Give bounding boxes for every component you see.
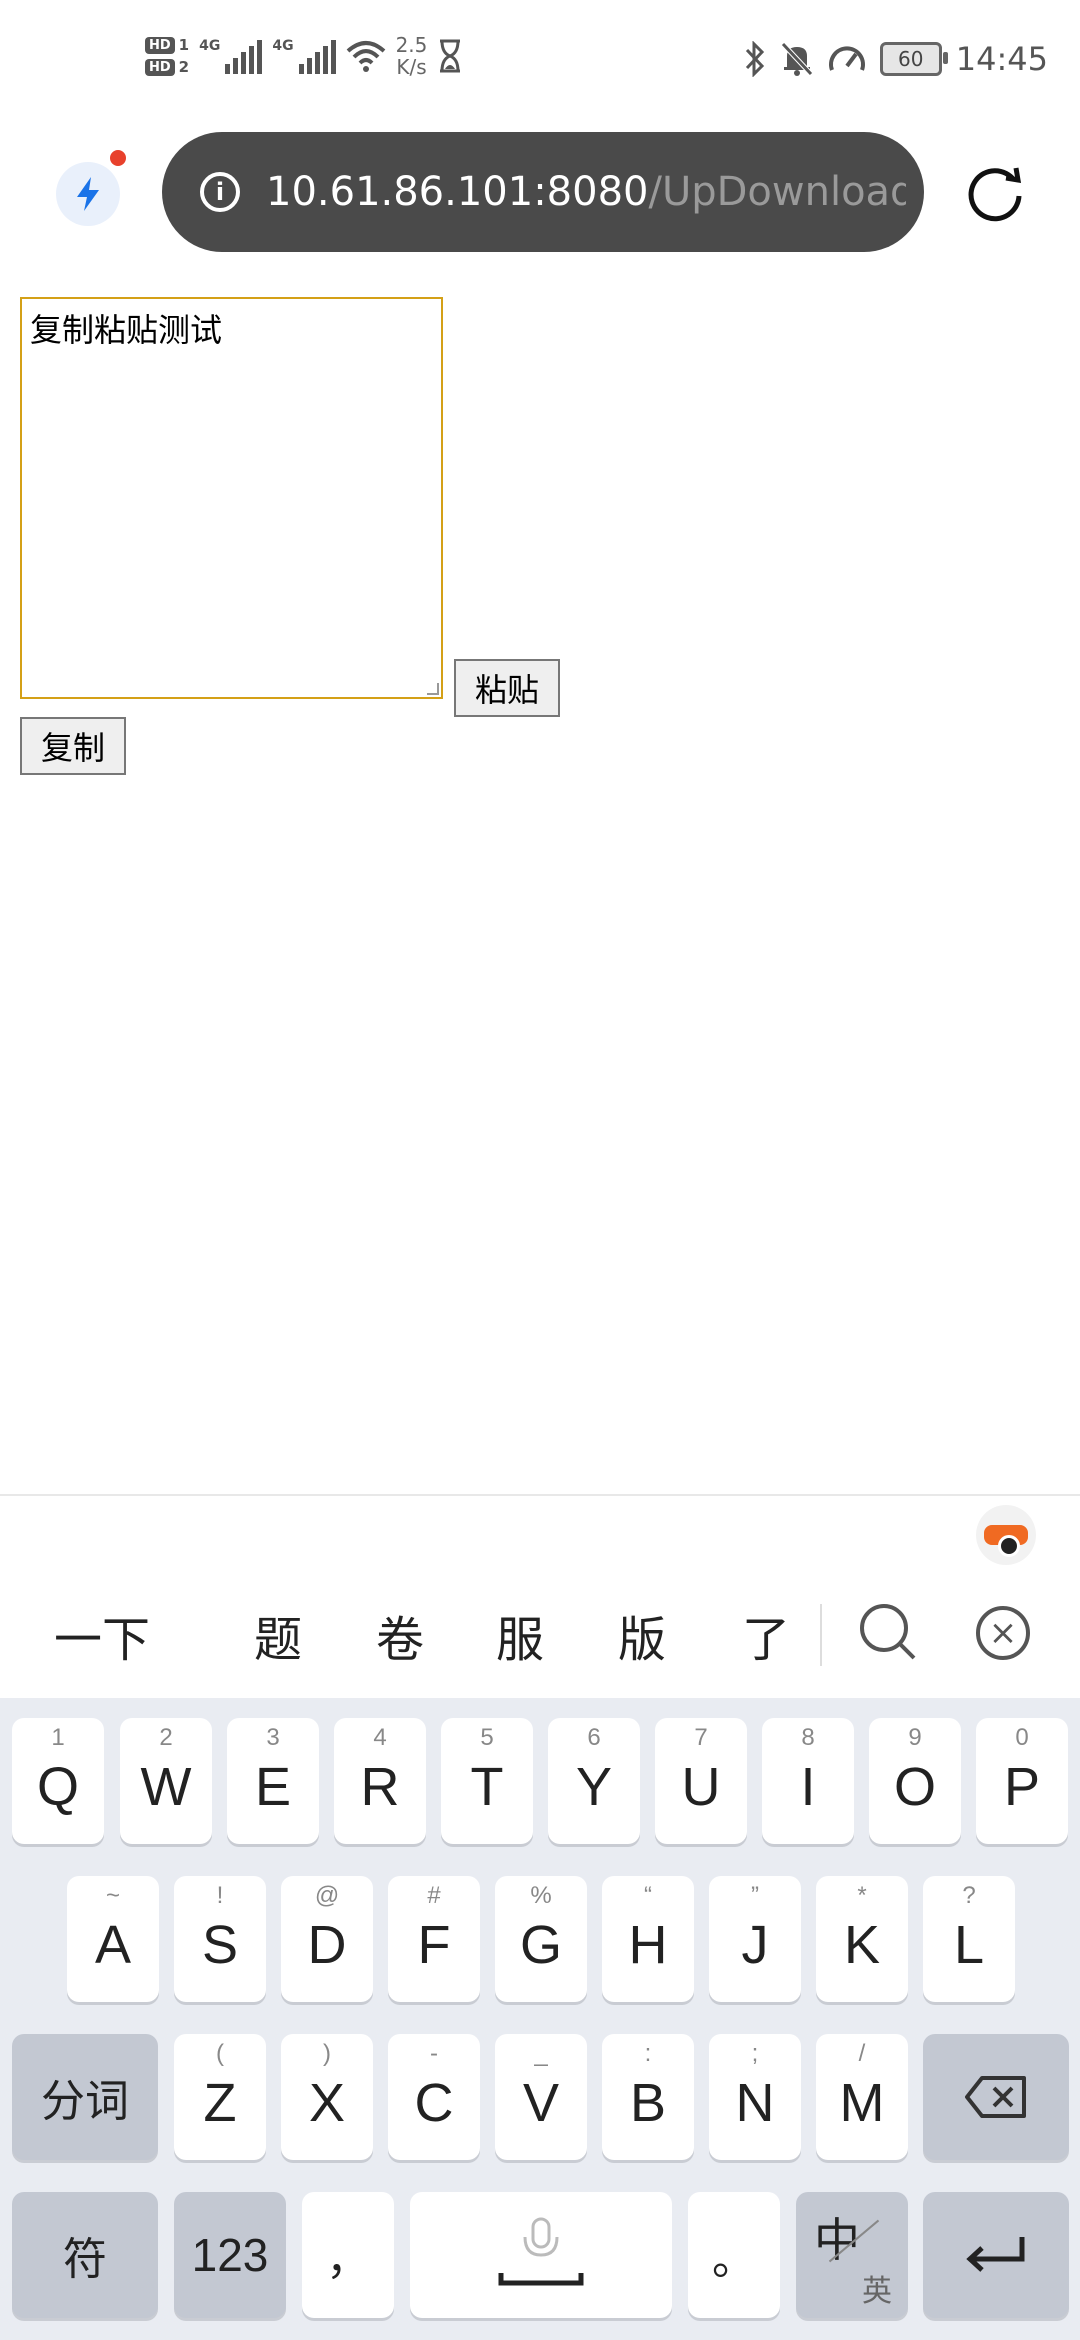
candidate-1[interactable]: 一下: [54, 1600, 150, 1670]
key-w[interactable]: 2W: [120, 1718, 212, 1844]
battery-level: 60: [898, 47, 924, 71]
reload-icon[interactable]: [962, 160, 1028, 226]
key-a[interactable]: ~ A: [67, 1876, 159, 2002]
key-u[interactable]: 7U: [655, 1718, 747, 1844]
url-text[interactable]: 10.61.86.101:8080/UpDownloadFile:: [266, 169, 906, 215]
bolt-button[interactable]: [56, 150, 126, 226]
key-f[interactable]: # F: [388, 1876, 480, 2002]
sim1-indicator: HD 1: [145, 36, 189, 54]
copy-paste-textarea[interactable]: 复制粘贴测试: [20, 297, 443, 699]
browser-toolbar: i 10.61.86.101:8080/UpDownloadFile:: [0, 130, 1080, 255]
url-host: 10.61.86.101:8080: [266, 169, 649, 215]
speed-unit: K/s: [396, 55, 427, 79]
status-left: HD 1 HD 2 4G 4G 2.5 K/s: [145, 34, 463, 78]
enter-key[interactable]: [923, 2192, 1069, 2318]
key-r[interactable]: 4R: [334, 1718, 426, 1844]
key-h[interactable]: “H: [602, 1876, 694, 2002]
candidate-bar: 一下 题 卷 服 版 了 ×: [0, 1580, 1080, 1690]
textarea-value: 复制粘贴测试: [30, 311, 223, 349]
key-l[interactable]: ? L: [923, 1876, 1015, 2002]
copy-button[interactable]: 复制: [20, 717, 126, 775]
url-path: /UpDownloadFile:: [648, 169, 906, 215]
key-e[interactable]: 3E: [227, 1718, 319, 1844]
key-q[interactable]: 1Q: [12, 1718, 104, 1844]
key-v[interactable]: _ V: [495, 2034, 587, 2160]
key-y[interactable]: 6Y: [548, 1718, 640, 1844]
key-t[interactable]: 5T: [441, 1718, 533, 1844]
battery-indicator: 60: [879, 42, 948, 76]
backspace-key[interactable]: [923, 2034, 1069, 2160]
ime-mascot-icon[interactable]: [976, 1505, 1036, 1565]
candidate-5[interactable]: 版: [618, 1600, 666, 1670]
address-bar[interactable]: i 10.61.86.101:8080/UpDownloadFile:: [162, 132, 924, 252]
key-i[interactable]: 8I: [762, 1718, 854, 1844]
comma-key[interactable]: ，: [302, 2192, 394, 2318]
period-key[interactable]: 。: [688, 2192, 780, 2318]
resize-handle[interactable]: [427, 683, 439, 695]
candidate-2[interactable]: 题: [254, 1600, 302, 1670]
key-d[interactable]: @ D: [281, 1876, 373, 2002]
key-k[interactable]: * K: [816, 1876, 908, 2002]
language-switch-key[interactable]: 中 英: [796, 2192, 908, 2318]
candidate-3[interactable]: 卷: [376, 1600, 424, 1670]
key-c[interactable]: -C: [388, 2034, 480, 2160]
keyboard: 1Q 2W 3E 4R 5T 6Y 7U 8I 9O 0P ~ A ! S @ D #…: [0, 1698, 1080, 2340]
search-icon[interactable]: [858, 1602, 918, 1662]
sim-indicators: HD 1 HD 2: [145, 36, 189, 76]
candidate-4[interactable]: 服: [496, 1600, 544, 1670]
wifi-icon: [346, 41, 385, 72]
bluetooth-icon: [745, 41, 764, 77]
key-g[interactable]: % G: [495, 1876, 587, 2002]
sim1-label: 1: [178, 36, 190, 54]
mute-icon: [780, 42, 813, 76]
candidate-separator: [820, 1604, 822, 1666]
hourglass-icon: [440, 39, 461, 73]
backspace-icon: [965, 2076, 1026, 2118]
symbol-key[interactable]: 符: [12, 2192, 158, 2318]
hd2-badge: HD: [145, 58, 175, 76]
sim2-label: 2: [178, 58, 190, 76]
network-speed: 2.5 K/s: [396, 34, 428, 78]
key-s[interactable]: ! S: [174, 1876, 266, 2002]
candidate-6[interactable]: 了: [742, 1600, 790, 1670]
clock: 14:45: [955, 40, 1048, 78]
speedometer-icon: [828, 46, 865, 71]
key-p[interactable]: 0P: [976, 1718, 1068, 1844]
lang-sub-label: 英: [862, 2275, 892, 2308]
key-z[interactable]: (Z: [174, 2034, 266, 2160]
signal-1-icon: 4G: [199, 38, 263, 74]
space-key[interactable]: [410, 2192, 672, 2318]
sim2-indicator: HD 2: [145, 58, 189, 76]
status-bar: HD 1 HD 2 4G 4G 2.5 K/s 60 14:45: [0, 0, 1080, 130]
microphone-icon: [498, 2217, 584, 2286]
net2-label: 4G: [272, 38, 294, 54]
close-icon[interactable]: ×: [976, 1606, 1030, 1660]
bolt-icon: [77, 177, 99, 211]
key-x[interactable]: ) X: [281, 2034, 373, 2160]
keyboard-divider: [0, 1494, 1080, 1496]
segment-key[interactable]: 分词: [12, 2034, 158, 2160]
key-j[interactable]: ” J: [709, 1876, 801, 2002]
notification-dot: [110, 150, 126, 166]
lang-main-label: 中: [814, 2214, 860, 2266]
numbers-key[interactable]: 123: [174, 2192, 286, 2318]
status-right: 60 14:45: [744, 40, 1048, 78]
net1-label: 4G: [199, 38, 221, 54]
info-icon[interactable]: i: [200, 172, 240, 212]
hd1-badge: HD: [145, 36, 175, 54]
speed-value: 2.5: [395, 33, 428, 57]
key-b[interactable]: :B: [602, 2034, 694, 2160]
key-n[interactable]: ; N: [709, 2034, 801, 2160]
key-m[interactable]: / M: [816, 2034, 908, 2160]
key-o[interactable]: 9O: [869, 1718, 961, 1844]
enter-icon: [966, 2237, 1025, 2272]
signal-2-icon: 4G: [272, 38, 336, 74]
paste-button[interactable]: 粘贴: [454, 659, 560, 717]
